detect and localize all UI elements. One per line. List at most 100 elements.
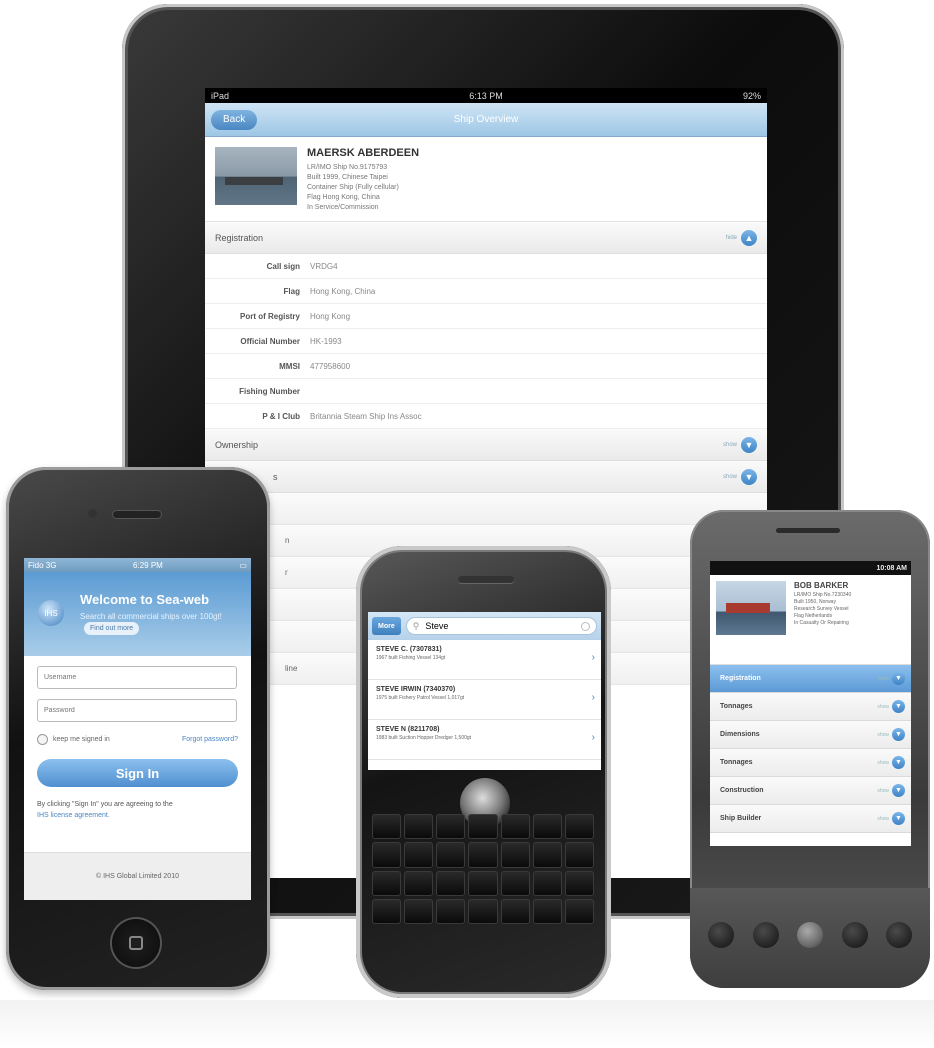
- menu-button[interactable]: [752, 922, 779, 948]
- ihs-logo: IHS: [38, 600, 64, 626]
- section-toggle[interactable]: show ▼: [877, 700, 905, 713]
- section-tonnages[interactable]: Tonnages show ▼: [710, 749, 911, 777]
- keyboard-key[interactable]: [404, 814, 434, 840]
- keyboard-key[interactable]: [436, 870, 466, 896]
- field-label: Fishing Number: [239, 386, 300, 396]
- keyboard-key[interactable]: [372, 870, 402, 896]
- toggle-label: show: [877, 675, 889, 682]
- keyboard-key[interactable]: [500, 898, 530, 924]
- toggle-label: show: [877, 815, 889, 822]
- list-item[interactable]: STEVE IRWIN (7340370) 1975 built Fishery…: [368, 680, 601, 720]
- search-hardware-button[interactable]: [886, 922, 912, 948]
- list-item[interactable]: STEVE C. (7307831) 1967 built Fishing Ve…: [368, 640, 601, 680]
- section-toggle[interactable]: show ▼: [877, 756, 905, 769]
- registration-row: MMSI 477958600: [205, 354, 767, 379]
- section-collapsed[interactable]: [205, 493, 767, 525]
- section-toggle[interactable]: hide ▲: [726, 229, 757, 246]
- clear-icon[interactable]: [581, 621, 590, 631]
- back-hardware-button[interactable]: [841, 922, 868, 948]
- iphone-screen: Fido 3G 6:29 PM ▭ IHS Welcome to Sea-web…: [24, 558, 251, 900]
- find-out-more-button[interactable]: Find out more: [84, 622, 140, 635]
- section-title: Ownership: [215, 439, 259, 450]
- field-value: Hong Kong: [310, 311, 351, 321]
- terms-prefix: By clicking "Sign In" you are agreeing t…: [37, 801, 173, 808]
- keyboard-key[interactable]: [468, 898, 498, 924]
- checkbox-icon: [37, 734, 48, 745]
- keyboard-key[interactable]: [404, 898, 434, 924]
- section-collapsed[interactable]: s show ▼: [205, 461, 767, 493]
- chevron-right-icon: ›: [591, 692, 595, 703]
- keyboard-key[interactable]: [564, 870, 594, 896]
- section-tonnages[interactable]: Tonnages show ▼: [710, 693, 911, 721]
- ipad-nav-bar: Back Ship Overview: [205, 103, 767, 137]
- list-item[interactable]: STEVE N (8211708) 1983 built Suction Hop…: [368, 720, 601, 760]
- keyboard: [372, 814, 594, 924]
- search-input[interactable]: [425, 621, 546, 631]
- field-label: Call sign: [266, 261, 300, 271]
- android-hardware-buttons: [708, 922, 912, 948]
- keyboard-key[interactable]: [564, 814, 594, 840]
- keyboard-key[interactable]: [404, 870, 434, 896]
- field-label: Flag: [283, 286, 300, 296]
- section-toggle[interactable]: show ▼: [877, 728, 905, 741]
- license-link[interactable]: IHS license agreement.: [37, 812, 110, 819]
- section-toggle[interactable]: show ▼: [877, 784, 905, 797]
- keyboard-key[interactable]: [564, 842, 594, 868]
- keyboard-key[interactable]: [500, 814, 530, 840]
- keyboard-key[interactable]: [532, 870, 562, 896]
- toggle-label: show: [877, 731, 889, 738]
- expand-icon: ▼: [892, 700, 905, 713]
- keep-signed-row: keep me signed in Forgot password?: [37, 734, 238, 745]
- keyboard-key[interactable]: [468, 842, 498, 868]
- keyboard-key[interactable]: [372, 842, 402, 868]
- ship-detail: In Service/Commission: [307, 204, 379, 211]
- keyboard-key[interactable]: [436, 898, 466, 924]
- toggle-label: show: [877, 759, 889, 766]
- forgot-password-link[interactable]: Forgot password?: [182, 736, 238, 743]
- more-button[interactable]: More: [372, 617, 401, 635]
- username-field[interactable]: [37, 666, 237, 689]
- keyboard-key[interactable]: [564, 898, 594, 924]
- trackball[interactable]: [797, 922, 823, 948]
- sign-in-button[interactable]: Sign In: [37, 759, 238, 787]
- welcome-subtitle: Search all commercial ships over 100gt! …: [80, 611, 243, 635]
- keyboard-key[interactable]: [468, 870, 498, 896]
- section-label: Dimensions: [720, 731, 760, 738]
- home-button[interactable]: [708, 922, 734, 948]
- keyboard-key[interactable]: [372, 814, 402, 840]
- registration-row: Official Number HK-1993: [205, 329, 767, 354]
- section-registration[interactable]: Registration hide ▲: [205, 222, 767, 254]
- section-toggle[interactable]: show ▼: [723, 468, 757, 485]
- keyboard-key[interactable]: [500, 842, 530, 868]
- section-toggle[interactable]: show ▼: [877, 812, 905, 825]
- password-field[interactable]: [37, 699, 237, 722]
- back-button[interactable]: Back: [211, 109, 258, 130]
- section-registration[interactable]: Registration show ▼: [710, 665, 911, 693]
- section-toggle[interactable]: show ▼: [877, 672, 905, 685]
- section-toggle[interactable]: show ▼: [723, 436, 757, 453]
- keyboard-key[interactable]: [404, 842, 434, 868]
- result-title: STEVE IRWIN (7340370): [376, 686, 456, 693]
- ship-header: BOB BARKER LR/IMO Ship No.7230340 Built …: [710, 575, 911, 665]
- search-box[interactable]: ⚲: [405, 617, 597, 635]
- keyboard-key[interactable]: [532, 814, 562, 840]
- section-ownership[interactable]: Ownership show ▼: [205, 429, 767, 461]
- ship-detail: Flag Netherlands: [794, 613, 833, 619]
- registration-row: Fishing Number: [205, 379, 767, 404]
- section-construction[interactable]: Construction show ▼: [710, 777, 911, 805]
- result-title: STEVE N (8211708): [376, 726, 440, 733]
- ship-info: MAERSK ABERDEEN LR/IMO Ship No.9175793 B…: [307, 147, 419, 213]
- section-dimensions[interactable]: Dimensions show ▼: [710, 721, 911, 749]
- keep-signed-checkbox[interactable]: keep me signed in: [37, 734, 110, 745]
- ipad-carrier: iPad: [211, 90, 230, 101]
- section-ship-builder[interactable]: Ship Builder show ▼: [710, 805, 911, 833]
- home-button[interactable]: [112, 919, 160, 967]
- section-title: Registration: [215, 232, 264, 243]
- keyboard-key[interactable]: [436, 814, 466, 840]
- keyboard-key[interactable]: [436, 842, 466, 868]
- keyboard-key[interactable]: [468, 814, 498, 840]
- keyboard-key[interactable]: [500, 870, 530, 896]
- keyboard-key[interactable]: [372, 898, 402, 924]
- keyboard-key[interactable]: [532, 842, 562, 868]
- keyboard-key[interactable]: [532, 898, 562, 924]
